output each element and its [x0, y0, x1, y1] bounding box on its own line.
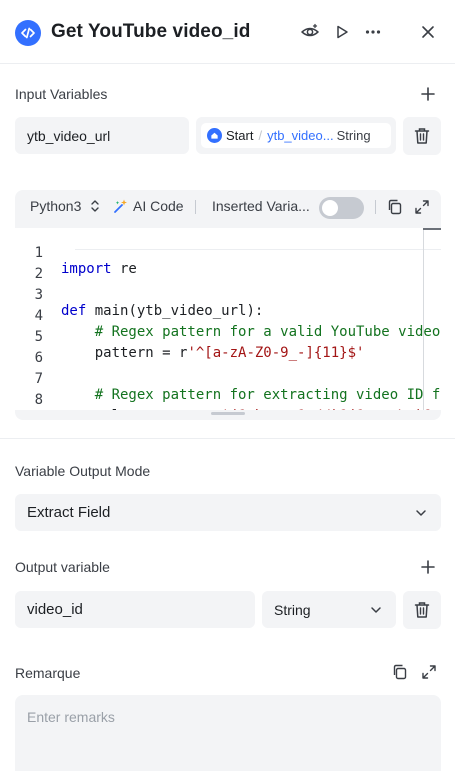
add-input-icon[interactable]: [419, 85, 437, 103]
input-variable-ref-field[interactable]: Start / ytb_video... String: [196, 117, 396, 154]
ref-variable-name: ytb_video...: [267, 128, 334, 143]
output-mode-value: Extract Field: [27, 504, 111, 521]
ai-code-label: AI Code: [133, 198, 184, 214]
trash-icon: [414, 128, 430, 144]
code-line: 2: [15, 250, 441, 282]
start-node-icon: [207, 128, 222, 143]
more-icon[interactable]: [363, 22, 383, 42]
output-variable-label: Output variable: [15, 559, 110, 575]
ref-separator: /: [258, 128, 263, 143]
chevron-down-icon: [371, 606, 381, 613]
remarks-label: Remarque: [15, 665, 81, 681]
code-line: 3 def main(ytb_video_url):: [15, 271, 441, 319]
toolbar-separator: [195, 200, 196, 214]
current-line-highlight: [75, 229, 441, 250]
code-toolbar: Python3 AI Code Inserted Varia...: [15, 190, 441, 224]
copy-code-icon[interactable]: [387, 199, 403, 218]
output-variable-type-select[interactable]: String: [262, 591, 396, 628]
delete-output-button[interactable]: [403, 591, 441, 629]
scrollbar-thumb[interactable]: [423, 228, 441, 230]
chevron-down-icon: [416, 509, 426, 516]
code-node-icon: [15, 20, 41, 46]
code-content[interactable]: 1 import re 2 3 def main(ytb_video_url):…: [15, 228, 441, 410]
language-select[interactable]: Python3: [30, 198, 101, 214]
output-mode-select[interactable]: Extract Field: [15, 494, 441, 531]
header-divider: [0, 63, 455, 64]
vertical-scrollbar[interactable]: [423, 228, 424, 410]
resize-handle[interactable]: [211, 412, 245, 415]
debug-icon[interactable]: [300, 22, 320, 42]
input-variables-label: Input Variables: [15, 86, 108, 102]
node-title[interactable]: Get YouTube video_id: [51, 21, 250, 43]
toggle-knob: [322, 200, 338, 216]
code-line: 7 # Regex pattern for extracting video I…: [15, 355, 441, 403]
inserted-variables-label: Inserted Varia...: [212, 198, 310, 214]
remarks-input[interactable]: [15, 695, 441, 771]
expand-editor-icon[interactable]: [414, 199, 430, 218]
delete-input-button[interactable]: [403, 117, 441, 155]
language-label: Python3: [30, 198, 82, 214]
output-variable-type-value: String: [274, 601, 311, 618]
toolbar-separator-2: [375, 200, 376, 214]
code-line: 5 pattern = r'^[a-zA-Z0-9_-]{11}$': [15, 313, 441, 361]
code-line: 9: [15, 397, 441, 410]
add-output-icon[interactable]: [419, 558, 437, 576]
input-variable-name-field[interactable]: ytb_video_url: [15, 117, 189, 154]
inserted-variables-toggle[interactable]: [319, 197, 364, 219]
code-line: 4 # Regex pattern for a valid YouTube vi…: [15, 292, 441, 340]
output-mode-label: Variable Output Mode: [15, 463, 151, 479]
ref-node-name: Start: [226, 128, 254, 143]
ai-sparkle-icon: [114, 199, 127, 213]
copy-remarks-icon[interactable]: [392, 664, 408, 685]
expand-remarks-icon[interactable]: [421, 664, 437, 685]
trash-icon: [414, 602, 430, 618]
close-icon[interactable]: [418, 22, 438, 42]
node-header: Get YouTube video_id: [0, 0, 455, 66]
chevron-up-down-icon: [91, 200, 100, 212]
section-divider: [0, 438, 455, 439]
variable-ref-chip[interactable]: Start / ytb_video... String: [201, 123, 391, 148]
run-icon[interactable]: [332, 22, 352, 42]
ai-code-button[interactable]: AI Code: [113, 198, 184, 214]
code-editor: Python3 AI Code Inserted Varia... 1 impo…: [15, 190, 441, 420]
ref-variable-type: String: [336, 128, 371, 143]
code-line: 6: [15, 334, 441, 366]
output-variable-name-field[interactable]: video_id: [15, 591, 255, 628]
code-line: 8 url_pattern = r'(?:https?://)?(?:www\.…: [15, 376, 441, 410]
